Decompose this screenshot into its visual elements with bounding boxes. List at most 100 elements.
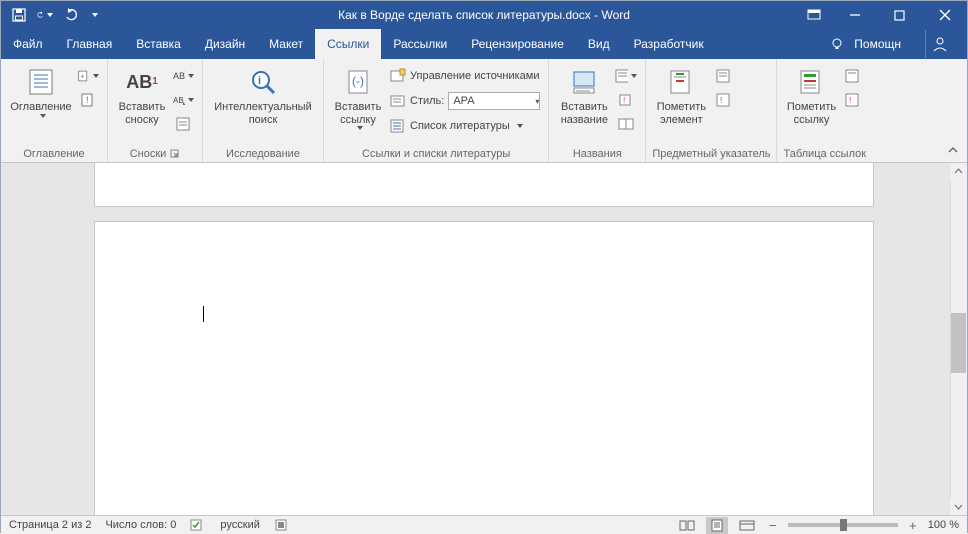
tab-home[interactable]: Главная [55, 29, 125, 59]
bibliography-icon [390, 118, 406, 134]
web-layout-icon[interactable] [736, 517, 758, 534]
read-mode-icon[interactable] [676, 517, 698, 534]
tab-review[interactable]: Рецензирование [459, 29, 576, 59]
mark-entry-button[interactable]: Пометить элемент [652, 63, 710, 128]
show-notes-icon[interactable] [172, 113, 194, 135]
toc-icon [26, 65, 56, 99]
svg-text:AB: AB [173, 96, 184, 105]
zoom-slider-thumb[interactable] [840, 519, 847, 531]
svg-text:+: + [80, 71, 84, 80]
cross-reference-icon[interactable] [615, 113, 637, 135]
group-toc-label: Оглавление [7, 146, 101, 160]
mark-entry-label: Пометить элемент [657, 101, 706, 126]
minimize-icon[interactable] [832, 1, 877, 29]
undo-icon[interactable] [37, 7, 53, 23]
print-layout-icon[interactable] [706, 517, 728, 534]
svg-text:!: ! [623, 96, 625, 105]
title-bar: Как в Ворде сделать список литературы.do… [1, 1, 967, 29]
vertical-scrollbar[interactable] [950, 163, 967, 515]
svg-text:!: ! [86, 95, 89, 105]
group-toa-label: Таблица ссылок [783, 146, 866, 160]
group-toc: Оглавление + ! Оглавление [1, 59, 108, 162]
insert-caption-label: Вставить название [561, 101, 608, 126]
scroll-down-icon[interactable] [950, 498, 967, 515]
tell-me-label[interactable]: Помощн [854, 37, 901, 51]
insert-footnote-button[interactable]: AB1 Вставить сноску [114, 63, 170, 128]
account-icon[interactable] [925, 30, 953, 58]
update-toa-icon[interactable]: ! [841, 89, 863, 111]
insert-toa-icon[interactable] [841, 65, 863, 87]
quick-access-toolbar [1, 7, 97, 23]
save-icon[interactable] [11, 7, 27, 23]
tab-view[interactable]: Вид [576, 29, 622, 59]
spellcheck-icon[interactable] [190, 518, 206, 532]
insert-caption-button[interactable]: Вставить название [555, 63, 613, 128]
scroll-up-icon[interactable] [950, 163, 967, 180]
toc-button[interactable]: Оглавление [7, 63, 75, 120]
next-footnote-icon[interactable]: AB [172, 89, 194, 111]
tab-design[interactable]: Дизайн [193, 29, 257, 59]
group-captions: Вставить название ! Названия [549, 59, 646, 162]
update-index-icon[interactable]: ! [712, 89, 734, 111]
group-footnotes-label: Сноски [130, 148, 167, 160]
macro-icon[interactable] [274, 518, 288, 532]
tab-insert[interactable]: Вставка [124, 29, 193, 59]
language-indicator[interactable]: русский [220, 519, 259, 531]
smart-lookup-button[interactable]: i Интеллектуальный поиск [209, 63, 317, 128]
group-citations: (-) Вставить ссылку Управление источника… [324, 59, 549, 162]
group-citations-label: Ссылки и списки литературы [330, 146, 542, 160]
zoom-out-button[interactable]: − [766, 518, 780, 533]
document-area [1, 163, 967, 515]
update-toc-icon[interactable]: ! [77, 89, 99, 111]
zoom-in-button[interactable]: + [906, 518, 920, 533]
maximize-icon[interactable] [877, 1, 922, 29]
caption-icon [569, 65, 599, 99]
page-2[interactable] [94, 221, 874, 515]
group-index-label: Предметный указатель [652, 146, 770, 160]
bibliography-label: Список литературы [410, 120, 510, 132]
zoom-slider[interactable] [788, 523, 898, 527]
bulb-icon [830, 37, 844, 51]
insert-table-of-figures-icon[interactable] [615, 65, 637, 87]
svg-text:1: 1 [184, 70, 185, 76]
footnotes-launcher-icon[interactable] [170, 149, 180, 159]
insert-citation-button[interactable]: (-) Вставить ссылку [330, 63, 386, 132]
update-tof-icon[interactable]: ! [615, 89, 637, 111]
window-controls [796, 1, 967, 29]
manage-sources-label: Управление источниками [410, 70, 539, 82]
svg-text:!: ! [849, 96, 851, 105]
style-icon [390, 93, 406, 109]
collapse-ribbon-icon[interactable] [947, 144, 961, 158]
group-captions-label: Названия [555, 146, 639, 160]
insert-index-icon[interactable] [712, 65, 734, 87]
group-toa: Пометить ссылку ! Таблица ссылок [777, 59, 872, 162]
qat-customize-icon[interactable] [89, 7, 97, 23]
svg-text:!: ! [720, 96, 722, 105]
add-text-icon[interactable]: + [77, 65, 99, 87]
tab-mailings[interactable]: Рассылки [381, 29, 459, 59]
page-1-tail[interactable] [94, 163, 874, 207]
ribbon-options-icon[interactable] [796, 1, 832, 29]
tab-developer[interactable]: Разработчик [622, 29, 716, 59]
insert-endnote-icon[interactable]: AB1 [172, 65, 194, 87]
close-icon[interactable] [922, 1, 967, 29]
redo-icon[interactable] [63, 7, 79, 23]
scroll-thumb[interactable] [951, 313, 966, 373]
mark-entry-icon [666, 65, 696, 99]
style-select[interactable]: APA ▾ [448, 92, 540, 110]
tab-layout[interactable]: Макет [257, 29, 315, 59]
mark-citation-button[interactable]: Пометить ссылку [783, 63, 839, 128]
tab-references[interactable]: Ссылки [315, 29, 381, 59]
page-indicator[interactable]: Страница 2 из 2 [9, 519, 91, 531]
mark-citation-label: Пометить ссылку [787, 101, 836, 126]
pages [94, 163, 874, 515]
bibliography-button[interactable]: Список литературы [390, 115, 540, 137]
svg-text:(-): (-) [352, 74, 364, 88]
word-count[interactable]: Число слов: 0 [105, 519, 176, 531]
zoom-level[interactable]: 100 % [928, 519, 959, 531]
svg-text:i: i [258, 75, 261, 87]
manage-sources-button[interactable]: Управление источниками [390, 65, 540, 87]
tab-file[interactable]: Файл [1, 29, 55, 59]
citation-icon: (-) [343, 65, 373, 99]
style-value: APA [453, 95, 474, 107]
